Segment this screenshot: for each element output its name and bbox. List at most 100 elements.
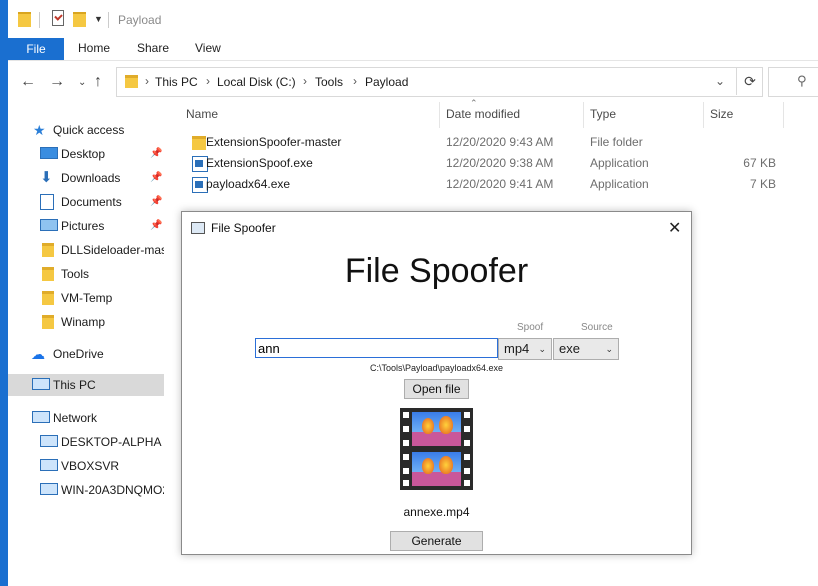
sidebar-item-label: Network (53, 411, 98, 425)
breadcrumb-local-disk[interactable]: Local Disk (C:) (217, 75, 296, 89)
sidebar-item-pictures[interactable]: Pictures 📌 (8, 215, 164, 237)
chevron-right-icon: › (145, 74, 149, 88)
column-header-size[interactable]: Size (710, 107, 733, 121)
cloud-icon: ☁ (31, 346, 45, 362)
forward-arrow-icon[interactable]: → (49, 73, 65, 91)
navigation-pane: ★ Quick access Desktop 📌 ⬇ Downloads 📌 D… (8, 102, 164, 586)
file-date: 12/20/2020 9:41 AM (446, 177, 554, 191)
ribbon-tabs: File Home Share View (8, 38, 818, 60)
window-title: Payload (118, 13, 162, 27)
generate-button[interactable]: Generate (390, 531, 483, 551)
star-icon: ★ (33, 122, 46, 138)
sidebar-item-label: Pictures (61, 219, 105, 233)
computer-icon (40, 435, 58, 447)
spoof-label: Spoof (517, 322, 544, 333)
sidebar-item-label: Quick access (53, 123, 125, 137)
sidebar-item-downloads[interactable]: ⬇ Downloads 📌 (8, 167, 164, 189)
file-row-folder[interactable]: ExtensionSpoofer-master 12/20/2020 9:43 … (174, 132, 818, 153)
desktop-icon (40, 147, 58, 159)
folder-icon[interactable] (18, 12, 31, 27)
back-arrow-icon[interactable]: ← (20, 73, 36, 91)
title-bar: ▼ Payload (8, 0, 818, 38)
source-value: exe (559, 341, 580, 356)
file-row-extensionspoof[interactable]: ExtensionSpoof.exe 12/20/2020 9:38 AM Ap… (174, 153, 818, 174)
pin-icon[interactable]: 📌 (150, 215, 162, 237)
documents-icon (40, 194, 54, 210)
tab-file[interactable]: File (8, 38, 64, 60)
sidebar-item-documents[interactable]: Documents 📌 (8, 191, 164, 213)
column-header-name[interactable]: Name (186, 107, 218, 121)
chevron-right-icon: › (303, 74, 307, 88)
column-header-type[interactable]: Type (590, 107, 616, 121)
file-list-header: ⌃ Name Date modified Type Size (174, 98, 818, 128)
tab-view[interactable]: View (195, 38, 221, 60)
file-date: 12/20/2020 9:38 AM (446, 156, 554, 170)
open-file-button[interactable]: Open file (404, 379, 469, 399)
address-bar[interactable]: › This PC › Local Disk (C:) › Tools › Pa… (116, 67, 763, 97)
sidebar-item-vboxsvr[interactable]: VBOXSVR (8, 455, 164, 477)
breadcrumb-tools[interactable]: Tools (315, 75, 343, 89)
folder-icon (42, 243, 54, 257)
file-date: 12/20/2020 9:43 AM (446, 135, 554, 149)
column-header-date[interactable]: Date modified (446, 107, 520, 121)
sidebar-item-win-server[interactable]: WIN-20A3DNQMO2 (8, 479, 164, 501)
file-size: 67 KB (743, 156, 776, 170)
address-row: ← → ⌄ ↑ › This PC › Local Disk (C:) › To… (8, 60, 818, 103)
spoof-extension-select[interactable]: mp4 ⌄ (498, 338, 552, 360)
search-box[interactable]: ⚲ (768, 67, 818, 97)
sidebar-item-winamp[interactable]: Winamp (8, 311, 164, 333)
breadcrumb-this-pc[interactable]: This PC (155, 75, 198, 89)
sidebar-item-label: VBOXSVR (61, 459, 120, 473)
sidebar-item-desktop-alpha[interactable]: DESKTOP-ALPHA (8, 431, 164, 453)
sidebar-item-quick-access[interactable]: ★ Quick access (8, 119, 164, 141)
properties-icon[interactable] (52, 10, 64, 26)
tab-share[interactable]: Share (137, 38, 169, 60)
column-separator[interactable] (783, 102, 784, 128)
file-row-payload[interactable]: payloadx64.exe 12/20/2020 9:41 AM Applic… (174, 174, 818, 195)
breadcrumb-payload[interactable]: Payload (365, 75, 408, 89)
up-arrow-icon[interactable]: ↑ (94, 73, 102, 91)
computer-icon (40, 483, 58, 495)
spoof-value: mp4 (504, 341, 530, 356)
tab-home[interactable]: Home (78, 38, 110, 60)
file-type: Application (590, 177, 649, 191)
sidebar-item-this-pc[interactable]: This PC (8, 374, 164, 396)
chevron-down-icon: ⌄ (538, 344, 546, 354)
sidebar-item-onedrive[interactable]: ☁ OneDrive (8, 343, 164, 365)
close-icon[interactable]: ✕ (668, 218, 681, 238)
file-size: 7 KB (749, 177, 776, 191)
source-extension-select[interactable]: exe ⌄ (553, 338, 619, 360)
chevron-down-icon[interactable]: ⌄ (715, 74, 725, 88)
file-spoofer-dialog: File Spoofer ✕ File Spoofer Spoof Source… (181, 211, 692, 555)
sidebar-item-dllsideloader[interactable]: DLLSideloader-mast (8, 239, 164, 261)
file-type: File folder (590, 135, 643, 149)
filename-input[interactable] (255, 338, 498, 358)
pin-icon[interactable]: 📌 (150, 143, 162, 165)
folder-icon (192, 136, 206, 150)
computer-icon (40, 459, 58, 471)
pin-icon[interactable]: 📌 (150, 167, 162, 189)
sidebar-item-desktop[interactable]: Desktop 📌 (8, 143, 164, 165)
refresh-icon[interactable]: ⟳ (736, 67, 763, 95)
sidebar-item-label: Documents (61, 195, 122, 209)
sidebar-item-vm-temp[interactable]: VM-Temp (8, 287, 164, 309)
sidebar-item-network[interactable]: Network (8, 407, 164, 429)
folder-icon (42, 267, 54, 281)
separator (108, 12, 109, 28)
new-folder-icon[interactable] (73, 12, 86, 27)
dialog-title: File Spoofer (211, 221, 276, 235)
column-separator[interactable] (583, 102, 584, 128)
recent-locations-icon[interactable]: ⌄ (78, 77, 86, 88)
folder-icon (125, 75, 138, 88)
sidebar-item-label: VM-Temp (61, 291, 113, 305)
column-separator[interactable] (703, 102, 704, 128)
sidebar-item-label: Downloads (61, 171, 121, 185)
column-separator[interactable] (439, 102, 440, 128)
customize-toolbar-icon[interactable]: ▼ (94, 14, 103, 24)
sidebar-item-label: Tools (61, 267, 90, 281)
pin-icon[interactable]: 📌 (150, 191, 162, 213)
source-label: Source (581, 322, 613, 333)
file-type: Application (590, 156, 649, 170)
sidebar-item-tools[interactable]: Tools (8, 263, 164, 285)
file-name: payloadx64.exe (206, 177, 291, 191)
